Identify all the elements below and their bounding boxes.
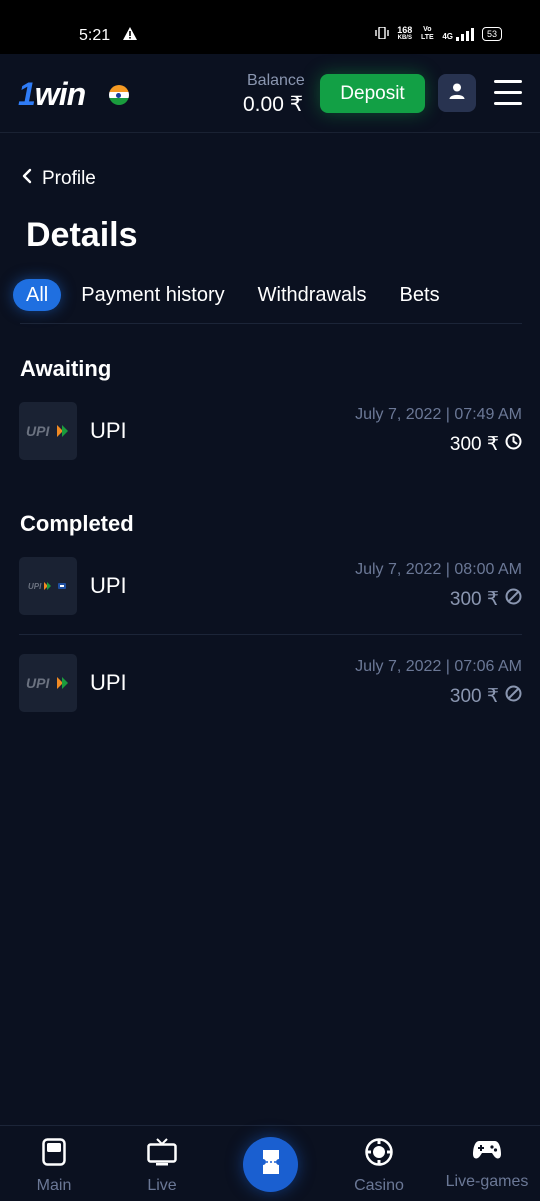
- main-icon: [42, 1138, 66, 1171]
- transaction-amount: 300 ₹: [450, 588, 522, 611]
- cancelled-icon: [505, 685, 522, 708]
- nav-main[interactable]: Main: [4, 1138, 104, 1195]
- svg-text:UPI: UPI: [26, 424, 50, 438]
- transaction-date: July 7, 2022 | 07:06 AM: [355, 658, 522, 675]
- net-speed: 168 KB/S: [397, 25, 413, 42]
- gamepad-icon: [472, 1138, 502, 1167]
- signal-icon: 4G: [442, 27, 474, 41]
- payment-method: UPI: [90, 573, 127, 598]
- cancelled-icon: [505, 588, 522, 611]
- nav-bet-slip[interactable]: [243, 1137, 298, 1192]
- divider: [19, 634, 522, 635]
- hamburger-menu-icon[interactable]: [494, 80, 522, 106]
- filter-tabs: All Payment history Withdrawals Bets: [13, 279, 440, 311]
- nav-live-games[interactable]: Live-games: [437, 1138, 537, 1191]
- balance-value: 0.00 ₹: [243, 93, 304, 116]
- transaction-row[interactable]: UPI UPI July 7, 2022 | 08:00 AM 300 ₹: [19, 557, 522, 615]
- battery-indicator: 53: [481, 27, 502, 41]
- payment-method: UPI: [90, 418, 127, 443]
- status-bar: 5:21 168 KB/S Vo LTE 4G 53: [0, 0, 540, 54]
- upi-logo-icon: UPI: [19, 402, 77, 460]
- payment-method: UPI: [90, 670, 127, 695]
- transaction-row[interactable]: UPI UPI July 7, 2022 | 07:49 AM 300 ₹: [19, 402, 522, 460]
- transaction-amount: 300 ₹: [450, 685, 522, 708]
- svg-text:UPI: UPI: [26, 676, 50, 690]
- nav-casino[interactable]: Casino: [329, 1138, 429, 1195]
- carrier-label: Vo LTE: [420, 26, 434, 41]
- page-title: Details: [26, 216, 138, 254]
- deposit-button[interactable]: Deposit: [320, 74, 425, 113]
- tab-bets[interactable]: Bets: [400, 279, 440, 311]
- warning-icon: [123, 27, 137, 45]
- back-label: Profile: [42, 168, 96, 189]
- tab-withdrawals[interactable]: Withdrawals: [258, 279, 367, 311]
- divider: [20, 323, 522, 324]
- upi-logo-icon: UPI: [19, 557, 77, 615]
- bottom-navigation: Main Live Casino Live-games: [0, 1125, 540, 1201]
- svg-text:UPI: UPI: [28, 582, 42, 591]
- vibrate-icon: [375, 26, 389, 41]
- transaction-date: July 7, 2022 | 07:49 AM: [355, 406, 522, 423]
- upi-logo-icon: UPI: [19, 654, 77, 712]
- status-time: 5:21: [79, 27, 111, 44]
- clock-icon: [505, 433, 522, 456]
- user-icon: [448, 82, 466, 105]
- brand-logo[interactable]: 1win: [18, 76, 86, 113]
- tv-icon: [147, 1138, 177, 1171]
- section-title-awaiting: Awaiting: [20, 356, 112, 381]
- transaction-date: July 7, 2022 | 08:00 AM: [355, 561, 522, 578]
- casino-chip-icon: [365, 1138, 393, 1171]
- balance-label: Balance: [247, 72, 305, 89]
- tab-all[interactable]: All: [13, 279, 62, 311]
- transaction-amount: 300 ₹: [450, 433, 522, 456]
- transaction-row[interactable]: UPI UPI July 7, 2022 | 07:06 AM 300 ₹: [19, 654, 522, 712]
- app-header: 1win Balance 0.00 ₹ Deposit: [0, 54, 540, 133]
- back-to-profile-link[interactable]: Profile: [22, 168, 96, 190]
- chevron-left-icon: [22, 168, 32, 190]
- india-flag-icon[interactable]: [109, 85, 129, 105]
- nav-live[interactable]: Live: [112, 1138, 212, 1195]
- bet-slip-icon: [261, 1148, 281, 1181]
- profile-button[interactable]: [438, 74, 476, 112]
- section-title-completed: Completed: [20, 511, 134, 536]
- tab-payment-history[interactable]: Payment history: [81, 279, 224, 311]
